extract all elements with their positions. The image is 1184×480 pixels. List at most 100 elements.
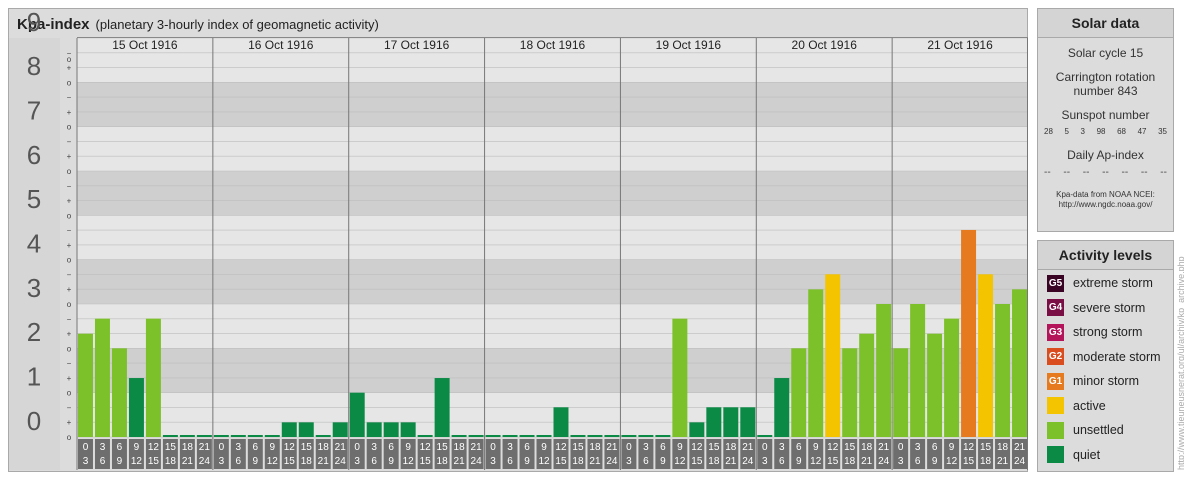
interval-end-label: 9 xyxy=(253,456,259,467)
interval-end-label: 12 xyxy=(810,456,822,467)
interval-start-label: 12 xyxy=(827,442,839,453)
interval-start-label: 15 xyxy=(708,442,720,453)
kp-bar xyxy=(264,435,280,437)
kp-bar xyxy=(502,435,518,437)
interval-start-label: 3 xyxy=(915,442,921,453)
kp-bar xyxy=(230,435,246,437)
activity-levels-title: Activity levels xyxy=(1038,241,1173,270)
interval-start-label: 21 xyxy=(1014,442,1026,453)
sunspot-label: Sunspot number xyxy=(1061,108,1150,122)
interval-start-label: 6 xyxy=(117,442,123,453)
legend-swatch xyxy=(1047,446,1064,464)
kp-bar xyxy=(451,435,467,437)
interval-end-label: 21 xyxy=(725,456,737,467)
kp-bar xyxy=(808,289,824,437)
interval-end-label: 3 xyxy=(626,456,632,467)
source-url[interactable]: http://www.ngdc.noaa.gov/ xyxy=(1038,200,1173,210)
day-label: 15 Oct 1916 xyxy=(112,38,178,52)
minor-tick-label: + xyxy=(67,374,72,383)
y-tick-label: 0 xyxy=(27,406,41,436)
kp-bar xyxy=(876,304,892,437)
kp-bar xyxy=(332,422,348,437)
interval-end-label: 18 xyxy=(301,456,313,467)
ap-value: -- xyxy=(1102,167,1109,178)
y-tick-label: 9 xyxy=(27,7,41,37)
ap-value: -- xyxy=(1082,167,1090,178)
interval-start-label: 15 xyxy=(165,442,177,453)
kp-bar xyxy=(621,435,637,437)
interval-end-label: 15 xyxy=(420,456,432,467)
minor-tick-label: o xyxy=(67,300,72,309)
ap-values: -- -- -- -- -- -- -- xyxy=(1038,167,1173,178)
day-label: 20 Oct 1916 xyxy=(792,38,858,52)
interval-start-label: 12 xyxy=(691,442,703,453)
y-tick-label: 4 xyxy=(27,229,41,259)
kp-band xyxy=(77,215,1028,260)
interval-end-label: 24 xyxy=(878,456,890,467)
legend-swatch: G4 xyxy=(1047,299,1064,317)
kp-bar xyxy=(587,435,603,437)
interval-end-label: 6 xyxy=(915,456,921,467)
kp-bar xyxy=(213,435,229,437)
legend-item: active xyxy=(1038,394,1173,419)
minor-tick-label: − xyxy=(67,359,72,368)
interval-start-label: 6 xyxy=(796,442,802,453)
interval-end-label: 12 xyxy=(403,456,415,467)
interval-end-label: 9 xyxy=(796,456,802,467)
minor-tick-label: o xyxy=(67,78,72,87)
kp-band xyxy=(77,126,1028,171)
interval-start-label: 6 xyxy=(388,442,394,453)
interval-start-label: 15 xyxy=(437,442,449,453)
kp-bar xyxy=(774,378,790,437)
kp-bar xyxy=(910,304,926,437)
interval-start-label: 15 xyxy=(572,442,584,453)
sunspot-value: 3 xyxy=(1080,127,1085,136)
minor-tick-label: + xyxy=(67,418,72,427)
minor-tick-label: + xyxy=(67,285,72,294)
interval-start-label: 6 xyxy=(253,442,259,453)
legend-swatch xyxy=(1047,421,1064,439)
interval-start-label: 12 xyxy=(420,442,432,453)
ap-value: -- xyxy=(1063,167,1071,178)
interval-start-label: 3 xyxy=(371,442,377,453)
carrington-line-1: Carrington rotation xyxy=(1055,70,1156,84)
kp-bar xyxy=(179,435,195,437)
ap-value: -- xyxy=(1140,167,1148,178)
kp-bar xyxy=(247,435,263,437)
minor-tick-label: + xyxy=(67,64,72,73)
kp-bar xyxy=(196,435,212,437)
y-tick-label: 2 xyxy=(27,317,41,347)
kp-band xyxy=(77,82,1028,127)
interval-end-label: 15 xyxy=(963,456,975,467)
kp-bar xyxy=(78,333,93,437)
kp-bar xyxy=(417,435,433,437)
interval-start-label: 6 xyxy=(932,442,938,453)
legend-label: moderate storm xyxy=(1073,349,1161,364)
interval-start-label: 9 xyxy=(949,442,955,453)
sunspot-value: 5 xyxy=(1064,127,1069,136)
kp-bar xyxy=(723,407,739,437)
solar-data-panel: Solar data Solar cycle 15 Carrington rot… xyxy=(1037,8,1174,232)
solar-data-title: Solar data xyxy=(1038,9,1173,38)
interval-start-label: 15 xyxy=(844,442,856,453)
interval-end-label: 6 xyxy=(371,456,377,467)
minor-tick-label: − xyxy=(67,182,72,191)
interval-start-label: 0 xyxy=(762,442,768,453)
interval-start-label: 12 xyxy=(963,442,975,453)
sunspot-values: 28 5 3 98 68 47 35 xyxy=(1038,127,1173,136)
kp-bar xyxy=(1012,289,1027,437)
interval-end-label: 12 xyxy=(946,456,958,467)
minor-tick-label: o xyxy=(67,167,72,176)
kp-bar xyxy=(553,407,569,437)
interval-end-label: 6 xyxy=(236,456,242,467)
kp-bar xyxy=(468,435,484,437)
kp-bar xyxy=(944,318,960,437)
interval-start-label: 0 xyxy=(219,442,225,453)
kp-bar xyxy=(757,435,773,437)
legend-swatch: G1 xyxy=(1047,372,1064,390)
source-note: Kpa-data from NOAA NCEI: xyxy=(1056,190,1155,199)
minor-tick-label: o xyxy=(67,211,72,220)
minor-tick-label: + xyxy=(67,152,72,161)
interval-start-label: 9 xyxy=(677,442,683,453)
interval-start-label: 12 xyxy=(555,442,567,453)
